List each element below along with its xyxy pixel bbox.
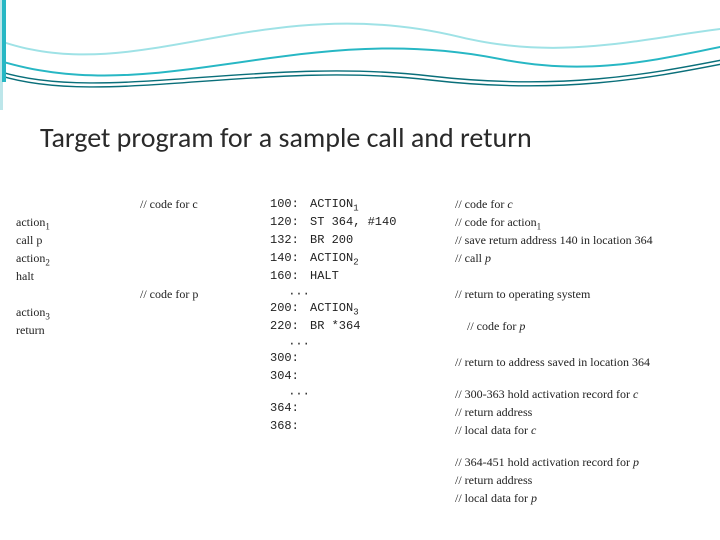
pseudo-comments-column: // code for c // code for p xyxy=(140,195,250,303)
rc-ret-addr-p: // return address xyxy=(455,471,715,489)
instr-halt: HALT xyxy=(310,267,430,285)
pseudo-action3: action3 xyxy=(16,305,50,319)
instr-st: ST 364, #140 xyxy=(310,213,430,231)
instr-action3: ACTION3 xyxy=(310,299,430,317)
instr-br-200: BR 200 xyxy=(310,231,430,249)
rc-call-p: // call p xyxy=(455,249,715,267)
pseudo-code-column: action1 call p action2 halt action3 retu… xyxy=(16,195,126,339)
rc-code-for-p: // code for p xyxy=(455,317,715,335)
slide-title: Target program for a sample call and ret… xyxy=(40,120,532,155)
comment-code-for-p: // code for p xyxy=(140,285,250,303)
rc-return-os: // return to operating system xyxy=(455,285,715,303)
instruction-column: ACTION1 ST 364, #140 BR 200 ACTION2 HALT… xyxy=(310,195,430,435)
pseudo-call-p: call p xyxy=(16,231,126,249)
rc-save-return: // save return address 140 in location 3… xyxy=(455,231,715,249)
slide-content: action1 call p action2 halt action3 retu… xyxy=(0,195,720,495)
rc-ret-addr-c: // return address xyxy=(455,403,715,421)
rc-local-p: // local data for p xyxy=(455,489,715,507)
pseudo-return: return xyxy=(16,321,126,339)
rc-code-for-action1: // code for action1 xyxy=(455,213,715,231)
rc-local-c: // local data for c xyxy=(455,421,715,439)
rc-ar-c: // 300-363 hold activation record for c xyxy=(455,385,715,403)
instr-action1: ACTION1 xyxy=(310,195,430,213)
rc-return-saved: // return to address saved in location 3… xyxy=(455,353,715,371)
pseudo-action1: action1 xyxy=(16,215,50,229)
right-comments-column: // code for c // code for action1 // sav… xyxy=(455,195,715,507)
pseudo-action2: action2 xyxy=(16,251,50,265)
rc-ar-p: // 364-451 hold activation record for p xyxy=(455,453,715,471)
wave-decoration xyxy=(0,0,720,110)
instr-action2: ACTION2 xyxy=(310,249,430,267)
pseudo-halt: halt xyxy=(16,267,126,285)
instr-br-364: BR *364 xyxy=(310,317,430,335)
rc-code-for-c: // code for c xyxy=(455,195,715,213)
comment-code-for-c: // code for c xyxy=(140,195,250,213)
